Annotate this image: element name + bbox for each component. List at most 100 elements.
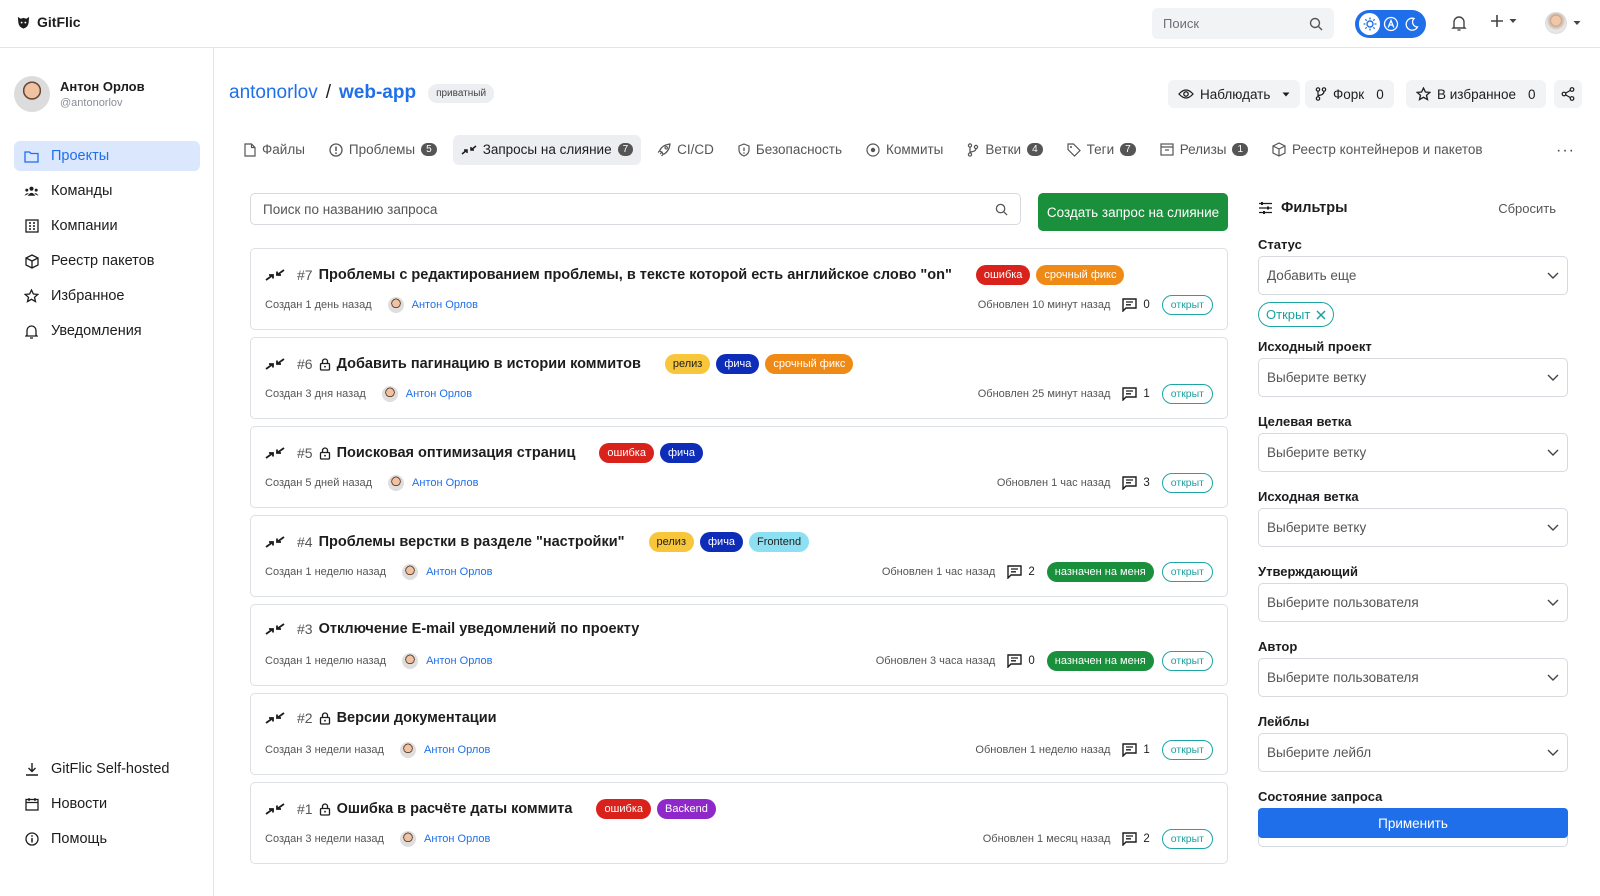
author-avatar xyxy=(402,653,419,669)
gitflic-logo[interactable]: GitFlic xyxy=(16,14,81,30)
filter-select[interactable]: Выберите ветку xyxy=(1258,433,1568,472)
author-link[interactable]: Антон Орлов xyxy=(424,744,490,756)
merge-request-card[interactable]: #4 Проблемы верстки в разделе "настройки"… xyxy=(250,515,1228,597)
author-link[interactable]: Антон Орлов xyxy=(426,655,492,667)
author-link[interactable]: Антон Орлов xyxy=(406,388,472,400)
label-badge[interactable]: Frontend xyxy=(749,532,810,552)
user-menu-button[interactable] xyxy=(1545,12,1581,34)
light-theme-icon[interactable] xyxy=(1359,13,1380,35)
more-tabs-icon[interactable]: ··· xyxy=(1556,142,1575,160)
merge-request-list: #7 Проблемы с редактированием проблемы, в… xyxy=(250,248,1228,871)
sidebar-item-companies[interactable]: Компании xyxy=(14,211,200,241)
dark-theme-icon[interactable] xyxy=(1401,13,1422,35)
status-filter-label: Статус xyxy=(1258,237,1302,252)
merge-request-search-input[interactable]: Поиск по названию запроса xyxy=(250,193,1021,225)
folder-icon xyxy=(24,149,39,164)
building-icon xyxy=(24,219,39,234)
merge-request-header: #1 Ошибка в расчёте даты коммита ошибка Bac… xyxy=(265,799,716,819)
apply-filters-button[interactable]: Применить xyxy=(1258,808,1568,838)
comment-icon xyxy=(1122,298,1138,312)
tab-files[interactable]: Файлы xyxy=(236,135,313,165)
label-badge[interactable]: ошибка xyxy=(975,265,1031,285)
status-badge: открыт xyxy=(1161,740,1213,760)
merge-request-card[interactable]: #3 Отключение E-mail уведомлений по проек… xyxy=(250,604,1228,686)
merge-request-card[interactable]: #5 Поисковая оптимизация страниц ошибка фич… xyxy=(250,426,1228,508)
filter-select[interactable]: Выберите ветку xyxy=(1258,508,1568,547)
merge-request-status: Обновлен 1 неделю назад 1 открыт xyxy=(975,740,1213,760)
reset-filters-button[interactable]: Сбросить xyxy=(1498,201,1556,216)
sidebar-item-help[interactable]: Помощь xyxy=(14,824,200,854)
tab-releases[interactable]: Релизы 1 xyxy=(1152,135,1256,165)
label-badge[interactable]: фича xyxy=(659,443,703,463)
sidebar-item-news[interactable]: Новости xyxy=(14,789,200,819)
merge-request-title[interactable]: Отключение E-mail уведомлений по проекту xyxy=(319,621,640,637)
status-chip-open[interactable]: Открыт xyxy=(1258,302,1335,327)
tab-ci-cd[interactable]: CI/CD xyxy=(649,135,722,165)
tab-tags[interactable]: Теги 7 xyxy=(1059,135,1144,165)
tab-container-registry[interactable]: Реестр контейнеров и пакетов xyxy=(1264,135,1491,165)
filter-select[interactable]: Выберите пользователя xyxy=(1258,658,1568,697)
label-badge[interactable]: фича xyxy=(716,354,760,374)
comment-count: 1 xyxy=(1122,743,1150,757)
merge-request-card[interactable]: #7 Проблемы с редактированием проблемы, в… xyxy=(250,248,1228,330)
favorite-button[interactable]: В избранное 0 xyxy=(1406,80,1546,108)
profile-card[interactable]: Антон Орлов @antonorlov xyxy=(14,76,145,112)
label-badge[interactable]: срочный фикс xyxy=(765,354,854,374)
fork-button[interactable]: Форк 0 xyxy=(1305,80,1394,108)
label-badge[interactable]: фича xyxy=(700,532,744,552)
sidebar-item-self-hosted[interactable]: GitFlic Self-hosted xyxy=(14,754,200,784)
sidebar-item-package-registry[interactable]: Реестр пакетов xyxy=(14,246,200,276)
merge-request-title[interactable]: Ошибка в расчёте даты коммита xyxy=(337,801,573,817)
author-link[interactable]: Антон Орлов xyxy=(412,299,478,311)
repo-owner-link[interactable]: antonorlov xyxy=(229,82,318,104)
merge-request-card[interactable]: #1 Ошибка в расчёте даты коммита ошибка Bac… xyxy=(250,782,1228,864)
repo-name-link[interactable]: web-app xyxy=(339,82,416,104)
global-search-input[interactable]: Поиск xyxy=(1152,8,1334,39)
theme-switcher[interactable] xyxy=(1355,10,1426,38)
merge-request-card[interactable]: #2 Версии документации Создан 3 недели наз… xyxy=(250,693,1228,775)
merge-request-meta: Создан 3 недели назад Антон Орлов xyxy=(265,831,490,847)
author-link[interactable]: Антон Орлов xyxy=(426,566,492,578)
notifications-bell-icon[interactable] xyxy=(1451,14,1467,35)
merge-request-title[interactable]: Поисковая оптимизация страниц xyxy=(337,445,576,461)
watch-button[interactable]: Наблюдать xyxy=(1168,80,1301,108)
filter-select[interactable]: Выберите лейбл xyxy=(1258,733,1568,772)
package-icon xyxy=(24,253,39,269)
share-button[interactable] xyxy=(1554,80,1582,108)
tab-branches[interactable]: Ветки 4 xyxy=(959,135,1050,165)
author-avatar xyxy=(388,475,405,491)
merge-request-card[interactable]: #6 Добавить пагинацию в истории коммитов р… xyxy=(250,337,1228,419)
merge-request-title[interactable]: Версии документации xyxy=(337,710,497,726)
create-merge-request-button[interactable]: Создать запрос на слияние xyxy=(1038,193,1228,231)
merge-request-title[interactable]: Проблемы с редактированием проблемы, в т… xyxy=(319,267,952,283)
filter-select[interactable]: Выберите ветку xyxy=(1258,358,1568,397)
sidebar-item-projects[interactable]: Проекты xyxy=(14,141,200,171)
tab-label: Релизы xyxy=(1179,142,1227,157)
label-badge[interactable]: релиз xyxy=(664,354,711,374)
author-link[interactable]: Антон Орлов xyxy=(412,477,478,489)
tab-commits[interactable]: Коммиты xyxy=(858,135,951,165)
tab-security[interactable]: Безопасность xyxy=(730,135,850,165)
create-menu-button[interactable] xyxy=(1490,14,1517,28)
comment-icon xyxy=(1122,832,1138,846)
label-badge[interactable]: Backend xyxy=(657,799,716,819)
merge-request-title[interactable]: Проблемы верстки в разделе "настройки" xyxy=(319,534,625,550)
tab-label: Ветки xyxy=(985,142,1022,157)
merge-request-icon xyxy=(265,447,285,459)
sidebar-item-favorites[interactable]: Избранное xyxy=(14,281,200,311)
auto-theme-icon[interactable] xyxy=(1380,13,1401,35)
tab-issues[interactable]: Проблемы 5 xyxy=(321,135,445,165)
label-badge[interactable]: ошибка xyxy=(599,443,654,463)
author-link[interactable]: Антон Орлов xyxy=(424,833,490,845)
status-filter-select[interactable]: Добавить еще xyxy=(1258,256,1568,295)
sidebar-item-notifications[interactable]: Уведомления xyxy=(14,316,200,346)
label-badge[interactable]: ошибка xyxy=(596,799,651,819)
sidebar-item-teams[interactable]: Команды xyxy=(14,176,200,206)
label-badge[interactable]: релиз xyxy=(648,532,694,552)
filter-select[interactable]: Выберите пользователя xyxy=(1258,583,1568,622)
tab-merge-requests[interactable]: Запросы на слияние 7 xyxy=(452,134,642,165)
merge-request-icon xyxy=(461,144,477,155)
merge-request-title[interactable]: Добавить пагинацию в истории коммитов xyxy=(337,356,641,372)
close-icon[interactable] xyxy=(1316,309,1326,320)
label-badge[interactable]: срочный фикс xyxy=(1036,265,1125,285)
